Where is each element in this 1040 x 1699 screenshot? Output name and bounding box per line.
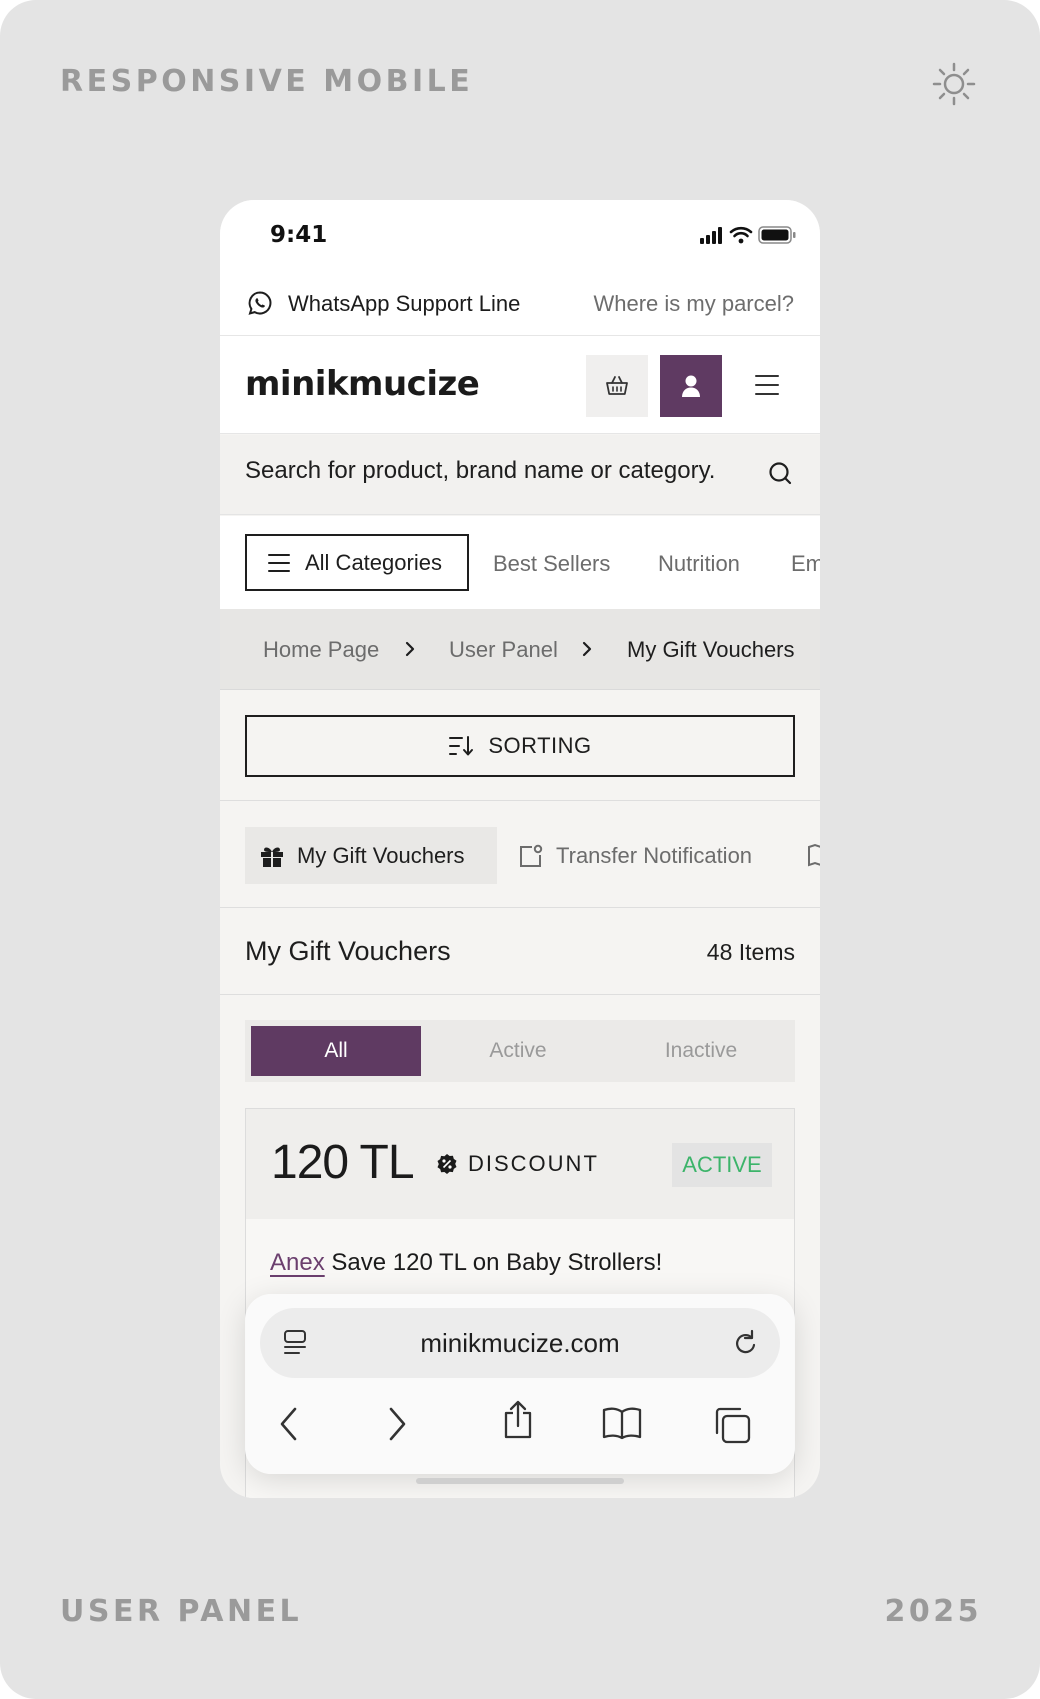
tab-transfer-notification[interactable]: Transfer Notification — [518, 827, 752, 884]
status-icons — [698, 224, 798, 251]
user-account-button[interactable] — [660, 355, 722, 417]
status-badge: ACTIVE — [672, 1143, 772, 1187]
hamburger-icon — [268, 553, 290, 572]
map-icon[interactable] — [807, 843, 820, 867]
forward-icon[interactable] — [385, 1406, 409, 1442]
whatsapp-support-link[interactable]: WhatsApp Support Line — [288, 291, 520, 317]
status-bar: 9:41 — [220, 200, 820, 270]
breadcrumb: Home Page User Panel My Gift Vouchers — [220, 609, 820, 690]
voucher-amount: 120 TL — [271, 1136, 415, 1189]
page-title: My Gift Vouchers — [245, 936, 451, 966]
section-header: My Gift Vouchers 48 Items — [220, 909, 820, 995]
status-time: 9:41 — [270, 222, 328, 248]
tabs-icon[interactable] — [713, 1406, 751, 1444]
breadcrumb-user-panel[interactable]: User Panel — [449, 637, 558, 663]
signal-icon — [700, 227, 722, 244]
basket-button[interactable] — [586, 355, 648, 417]
category-link-best-sellers[interactable]: Best Sellers — [493, 551, 610, 577]
chevron-right-icon — [405, 641, 415, 657]
voucher-description-text: Save 120 TL on Baby Strollers! — [331, 1249, 663, 1276]
discount-badge-icon — [437, 1154, 457, 1174]
menu-icon[interactable] — [750, 368, 784, 402]
panel-tabs: My Gift Vouchers Transfer Notification — [220, 802, 820, 908]
site-header: minikmucize — [220, 336, 820, 434]
site-logo[interactable]: minikmucize — [245, 364, 480, 404]
presentation-frame: RESPONSIVE MOBILE USER PANEL 2025 9:41 W… — [0, 0, 1040, 1699]
transfer-notification-icon — [520, 844, 543, 867]
parcel-tracking-link[interactable]: Where is my parcel? — [593, 291, 794, 317]
sorting-section: SORTING — [220, 691, 820, 801]
frame-title: RESPONSIVE MOBILE — [60, 64, 474, 99]
home-indicator — [416, 1478, 624, 1484]
all-categories-button[interactable]: All Categories — [245, 534, 469, 591]
voucher-brand-link[interactable]: Anex — [270, 1249, 325, 1276]
item-count: 48 Items — [706, 939, 795, 965]
address-bar[interactable]: minikmucize.com — [260, 1308, 780, 1378]
bookmarks-icon[interactable] — [602, 1406, 642, 1440]
user-icon — [682, 375, 700, 397]
search-icon[interactable] — [768, 461, 794, 487]
category-link-truncated[interactable]: Em — [791, 551, 820, 577]
share-icon[interactable] — [502, 1400, 534, 1440]
voucher-description: Anex Save 120 TL on Baby Strollers! — [270, 1249, 662, 1277]
battery-icon — [758, 226, 796, 244]
sun-icon[interactable] — [932, 62, 976, 106]
chevron-right-icon — [582, 641, 592, 657]
category-link-nutrition[interactable]: Nutrition — [658, 551, 740, 577]
top-bar: WhatsApp Support Line Where is my parcel… — [220, 270, 820, 336]
filter-active[interactable]: Active — [428, 1026, 608, 1076]
voucher-type-label: DISCOUNT — [468, 1151, 599, 1176]
tab-my-gift-vouchers[interactable]: My Gift Vouchers — [245, 827, 497, 884]
category-bar: All Categories Best Sellers Nutrition Em — [220, 516, 820, 609]
tab-my-gift-vouchers-label: My Gift Vouchers — [297, 842, 465, 868]
voucher-filter: All Active Inactive — [245, 1020, 795, 1082]
search-input[interactable] — [245, 457, 765, 485]
filter-inactive[interactable]: Inactive — [611, 1026, 791, 1076]
frame-year-label: 2025 — [884, 1594, 982, 1629]
whatsapp-icon — [248, 291, 272, 315]
sorting-label: SORTING — [488, 733, 592, 758]
back-icon[interactable] — [277, 1406, 301, 1442]
breadcrumb-home[interactable]: Home Page — [263, 637, 379, 663]
url-text: minikmucize.com — [420, 1328, 620, 1358]
basket-icon — [606, 376, 628, 395]
gift-icon — [261, 847, 283, 867]
phone-screen: 9:41 WhatsApp Support Line Where is my p… — [220, 200, 820, 1498]
voucher-type: DISCOUNT — [436, 1151, 599, 1177]
frame-section-label: USER PANEL — [60, 1594, 303, 1629]
filter-all[interactable]: All — [251, 1026, 421, 1076]
tab-transfer-notification-label: Transfer Notification — [556, 842, 753, 868]
sorting-button[interactable]: SORTING — [245, 715, 795, 777]
voucher-header: 120 TL DISCOUNT ACTIVE — [246, 1109, 794, 1219]
search-bar — [220, 435, 820, 515]
wifi-icon — [729, 226, 753, 238]
reload-icon[interactable] — [732, 1328, 760, 1358]
browser-toolbar: minikmucize.com — [245, 1294, 795, 1474]
all-categories-label: All Categories — [305, 549, 442, 575]
breadcrumb-current: My Gift Vouchers — [627, 637, 795, 662]
sort-icon — [449, 736, 474, 756]
